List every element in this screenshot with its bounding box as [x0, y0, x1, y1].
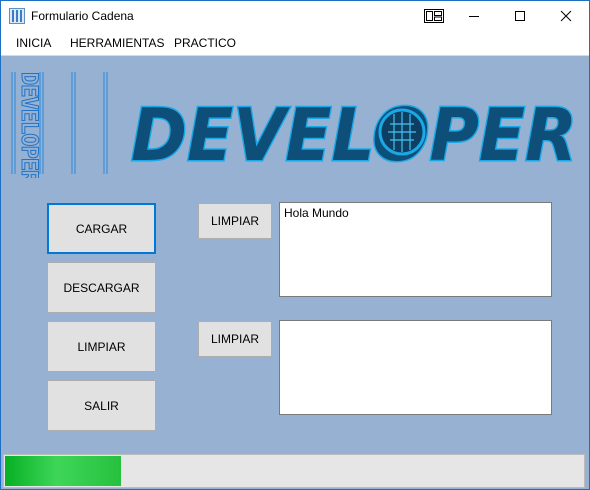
- top-text-area[interactable]: Hola Mundo: [279, 202, 552, 297]
- menu-practico[interactable]: PRACTICO: [174, 36, 236, 50]
- minimize-icon: [469, 16, 479, 17]
- vertical-developer-logo: DEVELOPER: [11, 72, 108, 178]
- window-title: Formulario Cadena: [31, 9, 134, 23]
- menu-herramientas[interactable]: HERRAMIENTAS: [70, 36, 164, 50]
- minimize-button[interactable]: [451, 1, 497, 31]
- form-client-area: DEVELOPER DEVELOPER CARGAR DESCARGAR LIM…: [1, 56, 589, 489]
- menu-inicia[interactable]: INICIA: [16, 36, 51, 50]
- title-bar[interactable]: Formulario Cadena: [1, 1, 589, 31]
- bottom-text-area[interactable]: [279, 320, 552, 415]
- limpiar-top-button[interactable]: LIMPIAR: [198, 203, 272, 239]
- main-window: Formulario Cadena INICIA HERRAMIENTAS PR…: [0, 0, 590, 490]
- snap-layout-icon: [424, 9, 444, 23]
- close-button[interactable]: [543, 1, 589, 31]
- cargar-button[interactable]: CARGAR: [47, 203, 156, 254]
- app-icon: [9, 8, 25, 24]
- maximize-icon: [515, 11, 525, 21]
- descargar-button[interactable]: DESCARGAR: [47, 262, 156, 313]
- close-icon: [560, 10, 572, 22]
- limpiar-button[interactable]: LIMPIAR: [47, 321, 156, 372]
- progress-bar: [3, 454, 585, 488]
- vertical-logo-text: DEVELOPER: [16, 72, 41, 178]
- salir-button[interactable]: SALIR: [47, 380, 156, 431]
- banner-logo-text: DEVELOPER: [131, 94, 577, 174]
- menu-bar: INICIA HERRAMIENTAS PRACTICO: [1, 31, 589, 56]
- progress-fill: [5, 456, 121, 486]
- maximize-button[interactable]: [497, 1, 543, 31]
- limpiar-bottom-button[interactable]: LIMPIAR: [198, 321, 272, 357]
- developer-banner-logo: DEVELOPER: [130, 94, 579, 174]
